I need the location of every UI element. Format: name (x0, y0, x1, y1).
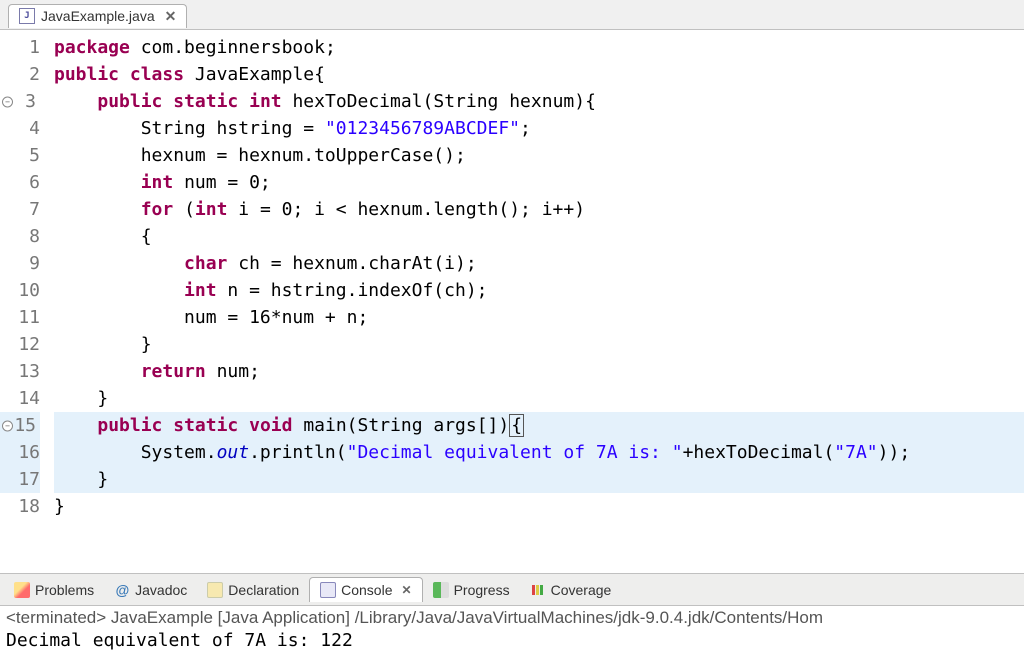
close-icon[interactable]: ✕ (165, 8, 177, 25)
line-number: 6 (0, 169, 40, 196)
line-number: 2 (0, 61, 40, 88)
tab-javadoc[interactable]: @ Javadoc (104, 578, 197, 602)
declaration-icon (207, 582, 223, 598)
tab-coverage[interactable]: Coverage (520, 578, 622, 602)
code-line[interactable]: } (54, 466, 1024, 493)
code-line[interactable]: num = 16*num + n; (54, 304, 1024, 331)
code-line[interactable]: int n = hstring.indexOf(ch); (54, 277, 1024, 304)
line-number: 3− (0, 88, 40, 115)
tab-progress[interactable]: Progress (423, 578, 520, 602)
code-line[interactable]: public static void main(String args[]){ (54, 412, 1024, 439)
file-tab-label: JavaExample.java (41, 8, 155, 24)
line-number: 8 (0, 223, 40, 250)
progress-icon (433, 582, 449, 598)
tab-console[interactable]: Console ✕ (309, 577, 422, 602)
code-line[interactable]: return num; (54, 358, 1024, 385)
line-number: 15− (0, 412, 40, 439)
code-content[interactable]: package com.beginnersbook;public class J… (50, 34, 1024, 573)
code-line[interactable]: public class JavaExample{ (54, 61, 1024, 88)
console-panel: <terminated> JavaExample [Java Applicati… (0, 605, 1024, 667)
line-number: 10 (0, 277, 40, 304)
code-line[interactable]: { (54, 223, 1024, 250)
line-number: 9 (0, 250, 40, 277)
tab-label: Console (341, 582, 392, 598)
code-line[interactable]: } (54, 493, 1024, 520)
code-line[interactable]: String hstring = "0123456789ABCDEF"; (54, 115, 1024, 142)
line-number: 12 (0, 331, 40, 358)
tab-label: Declaration (228, 582, 299, 598)
tab-label: Coverage (551, 582, 612, 598)
close-icon[interactable]: ✕ (402, 583, 412, 597)
line-number: 4 (0, 115, 40, 142)
tab-problems[interactable]: Problems (4, 578, 104, 602)
code-line[interactable]: System.out.println("Decimal equivalent o… (54, 439, 1024, 466)
tab-label: Progress (454, 582, 510, 598)
console-output-line: Decimal equivalent of 7A is: 122 (6, 630, 1018, 651)
code-line[interactable]: package com.beginnersbook; (54, 34, 1024, 61)
fold-toggle-icon[interactable]: − (2, 96, 13, 107)
coverage-icon (530, 582, 546, 598)
code-editor[interactable]: 123−456789101112131415−161718 package co… (0, 30, 1024, 573)
line-number: 16 (0, 439, 40, 466)
line-number: 7 (0, 196, 40, 223)
code-line[interactable]: char ch = hexnum.charAt(i); (54, 250, 1024, 277)
code-line[interactable]: for (int i = 0; i < hexnum.length(); i++… (54, 196, 1024, 223)
code-line[interactable]: } (54, 385, 1024, 412)
fold-toggle-icon[interactable]: − (2, 420, 13, 431)
line-number: 11 (0, 304, 40, 331)
code-line[interactable]: int num = 0; (54, 169, 1024, 196)
javadoc-icon: @ (114, 582, 130, 598)
tab-label: Javadoc (135, 582, 187, 598)
code-line[interactable]: hexnum = hexnum.toUpperCase(); (54, 142, 1024, 169)
line-number: 17 (0, 466, 40, 493)
tab-declaration[interactable]: Declaration (197, 578, 309, 602)
problems-icon (14, 582, 30, 598)
code-line[interactable]: public static int hexToDecimal(String he… (54, 88, 1024, 115)
console-run-header: <terminated> JavaExample [Java Applicati… (6, 608, 1018, 628)
line-number: 5 (0, 142, 40, 169)
bottom-view-tabs: Problems @ Javadoc Declaration Console ✕… (0, 573, 1024, 605)
line-number: 14 (0, 385, 40, 412)
editor-tab-bar: J JavaExample.java ✕ (0, 0, 1024, 30)
file-tab-java-example[interactable]: J JavaExample.java ✕ (8, 4, 187, 28)
java-file-icon: J (19, 8, 35, 24)
code-line[interactable]: } (54, 331, 1024, 358)
line-number: 18 (0, 493, 40, 520)
line-number: 13 (0, 358, 40, 385)
line-number-gutter: 123−456789101112131415−161718 (0, 34, 50, 573)
tab-label: Problems (35, 582, 94, 598)
console-icon (320, 582, 336, 598)
line-number: 1 (0, 34, 40, 61)
